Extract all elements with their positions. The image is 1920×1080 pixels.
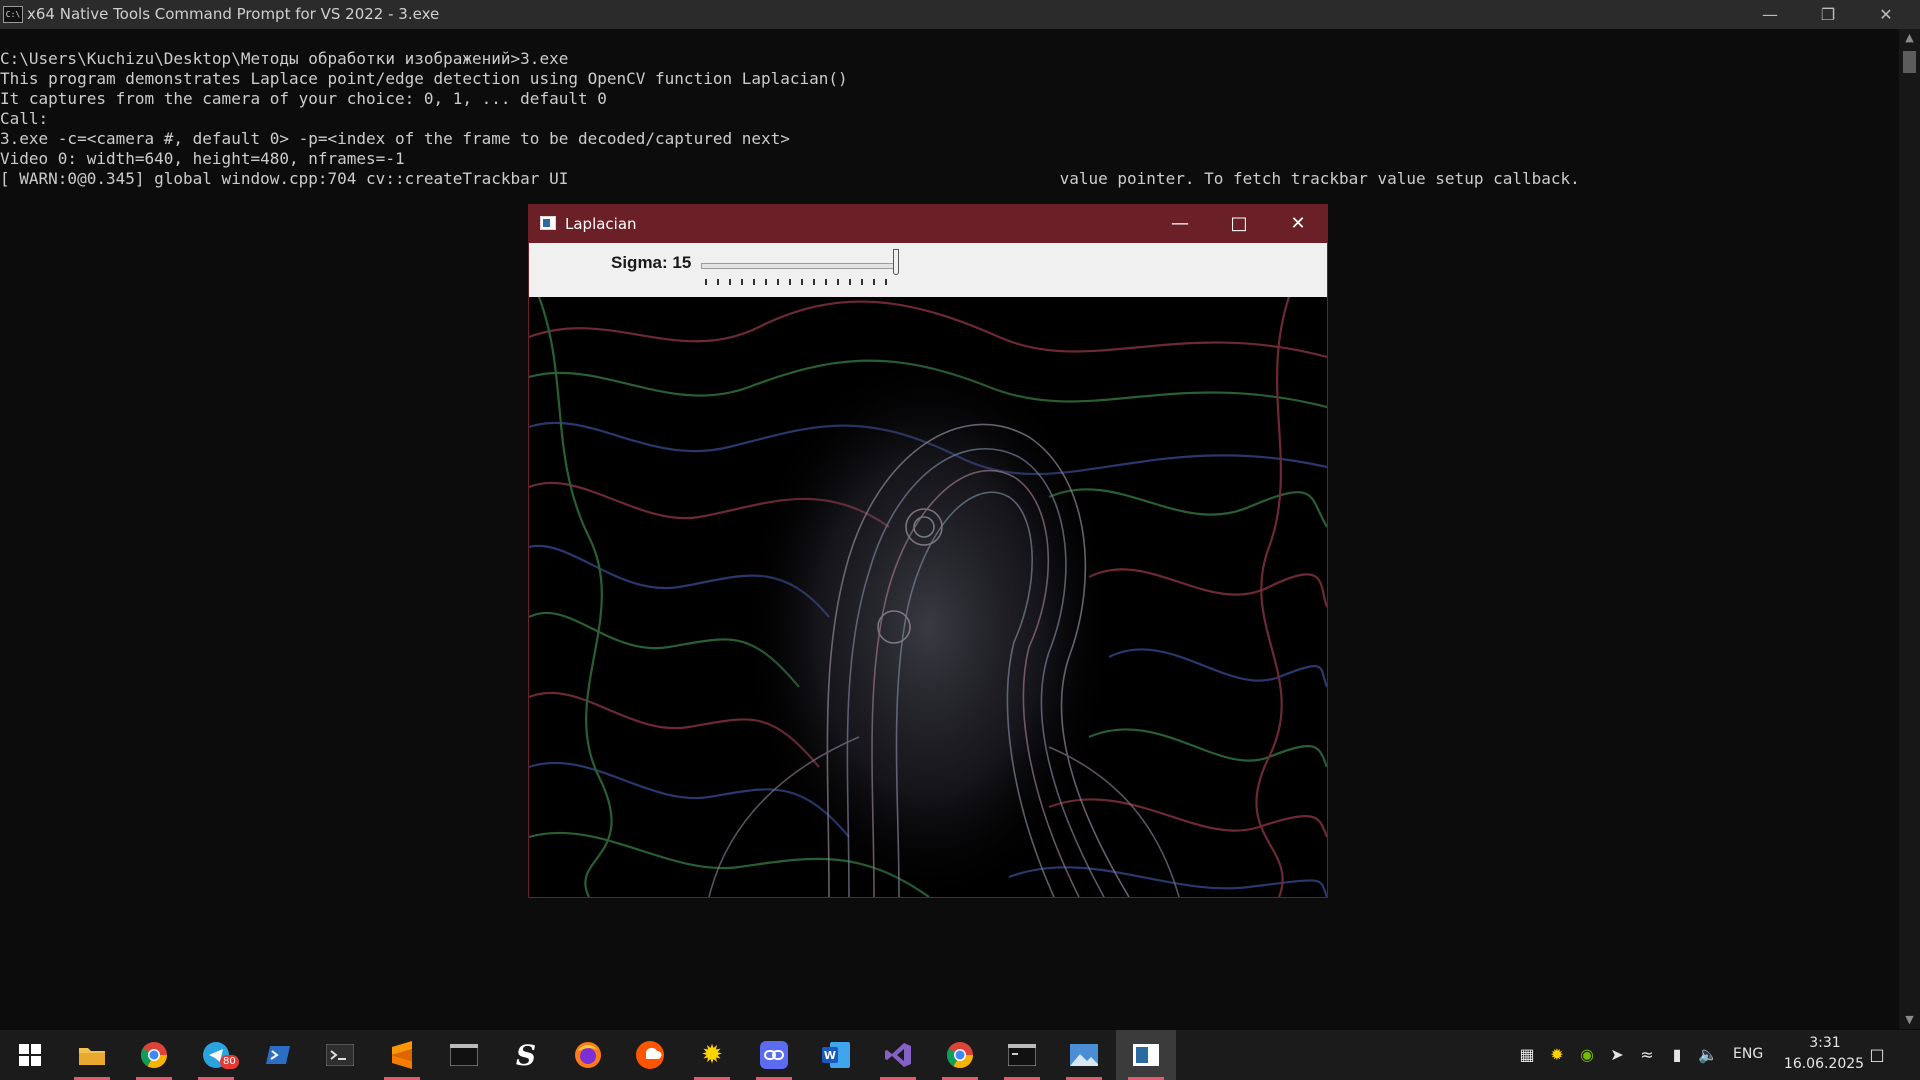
nvidia-tray-icon[interactable]: ◉: [1578, 1046, 1596, 1064]
taskbar-laplacian-app[interactable]: [1116, 1030, 1176, 1080]
console-scrollbar[interactable]: ▲ ▼: [1899, 29, 1920, 1029]
taskbar-visual-studio[interactable]: [868, 1030, 928, 1080]
start-button[interactable]: [0, 1030, 60, 1080]
close-button[interactable]: ✕: [1857, 0, 1915, 29]
restore-button[interactable]: ❐: [1799, 0, 1857, 29]
laplacian-maximize-button[interactable]: □: [1210, 205, 1268, 243]
taskbar-photos[interactable]: [1054, 1030, 1114, 1080]
sigma-slider-thumb[interactable]: [893, 249, 899, 275]
console-line: Video 0: width=640, height=480, nframes=…: [0, 149, 405, 168]
taskbar-star-app[interactable]: ✹: [682, 1030, 742, 1080]
sublime-icon: [392, 1041, 412, 1069]
opencv-window-icon: [540, 216, 556, 230]
clock-date[interactable]: 16.06.2025: [1772, 1056, 1876, 1072]
console-line: [ WARN:0@0.345] global window.cpp:704 cv…: [0, 169, 1580, 188]
clock-time[interactable]: 3:31: [1793, 1035, 1857, 1051]
notification-center-icon[interactable]: □: [1868, 1046, 1886, 1064]
telegram-badge: 80: [220, 1055, 239, 1069]
volume-icon[interactable]: 🔈: [1698, 1046, 1718, 1064]
console-line: 3.exe -c=<camera #, default 0> -p=<index…: [0, 129, 790, 148]
taskbar-terminal[interactable]: [310, 1030, 370, 1080]
taskbar-s-app[interactable]: S: [496, 1030, 556, 1080]
laplacian-close-button[interactable]: ✕: [1269, 205, 1327, 243]
taskbar-word[interactable]: W: [806, 1030, 866, 1080]
firefox-icon: [575, 1042, 601, 1068]
wifi-icon[interactable]: ≈: [1638, 1046, 1656, 1064]
taskbar-firefox[interactable]: [558, 1030, 618, 1080]
taskbar-link-app[interactable]: [744, 1030, 804, 1080]
powershell-icon: [266, 1046, 290, 1064]
laplacian-title-bar[interactable]: Laplacian — □ ✕: [529, 205, 1327, 243]
minimize-button[interactable]: —: [1741, 0, 1799, 29]
console-output: C:\Users\Kuchizu\Desktop\Методы обработк…: [0, 49, 1580, 189]
taskbar: 80 S ✹ W ▦ ✹ ◉ ➤ ≈ ▮ 🔈 ENG 3:31 16.06.20…: [0, 1030, 1920, 1080]
trackbar-panel: Sigma: 15: [529, 243, 1327, 297]
chrome-icon: [140, 1042, 168, 1069]
word-icon: W: [822, 1042, 850, 1068]
svg-text:W: W: [824, 1049, 836, 1062]
scrollbar-thumb[interactable]: [1903, 51, 1916, 73]
console-line: It captures from the camera of your choi…: [0, 89, 607, 108]
console-line: C:\Users\Kuchizu\Desktop\Методы обработк…: [0, 49, 569, 68]
telegram-tray-icon[interactable]: ➤: [1608, 1046, 1626, 1064]
visual-studio-icon: [885, 1043, 911, 1067]
cmd-icon: [1008, 1044, 1036, 1066]
taskbar-telegram[interactable]: 80: [186, 1030, 246, 1080]
cmd-icon: C:\: [3, 6, 23, 23]
link-tray-icon[interactable]: ▦: [1518, 1046, 1536, 1064]
laplacian-image: [529, 297, 1327, 897]
taskbar-sublime-text[interactable]: [372, 1030, 432, 1080]
console-title-bar[interactable]: C:\ x64 Native Tools Command Prompt for …: [0, 0, 1920, 29]
laplacian-minimize-button[interactable]: —: [1151, 205, 1209, 243]
link-icon: [760, 1041, 788, 1069]
laplacian-window[interactable]: Laplacian — □ ✕ Sigma: 15: [528, 204, 1328, 898]
console-line: Call:: [0, 109, 49, 128]
sun-icon: ✹: [701, 1040, 723, 1070]
language-indicator[interactable]: ENG: [1733, 1046, 1763, 1062]
chrome-icon: [946, 1042, 974, 1069]
scroll-up-icon[interactable]: ▲: [1899, 29, 1920, 47]
taskbar-console[interactable]: [434, 1030, 494, 1080]
taskbar-powershell[interactable]: [248, 1030, 308, 1080]
opencv-window-icon: [1133, 1044, 1159, 1066]
battery-icon[interactable]: ▮: [1668, 1046, 1686, 1064]
terminal-icon: [326, 1044, 354, 1066]
console-line: This program demonstrates Laplace point/…: [0, 69, 848, 88]
sigma-slider-track[interactable]: [701, 263, 899, 269]
soundcloud-icon: [636, 1041, 664, 1069]
slider-ticks: [705, 279, 895, 285]
taskbar-soundcloud[interactable]: [620, 1030, 680, 1080]
photo-icon: [1070, 1044, 1098, 1066]
windows-logo-icon: [19, 1044, 41, 1066]
sigma-trackbar-label: Sigma: 15: [611, 253, 692, 272]
taskbar-cmd[interactable]: [992, 1030, 1052, 1080]
s-app-icon: S: [515, 1038, 537, 1072]
sun-tray-icon[interactable]: ✹: [1548, 1046, 1566, 1064]
laplacian-window-title: Laplacian: [565, 215, 637, 233]
console-window-title: x64 Native Tools Command Prompt for VS 2…: [27, 5, 440, 23]
folder-icon: [79, 1048, 105, 1065]
scroll-down-icon[interactable]: ▼: [1899, 1011, 1920, 1029]
taskbar-chrome-canary[interactable]: [930, 1030, 990, 1080]
console-icon: [450, 1044, 478, 1066]
taskbar-file-explorer[interactable]: [62, 1030, 122, 1080]
taskbar-chrome[interactable]: [124, 1030, 184, 1080]
